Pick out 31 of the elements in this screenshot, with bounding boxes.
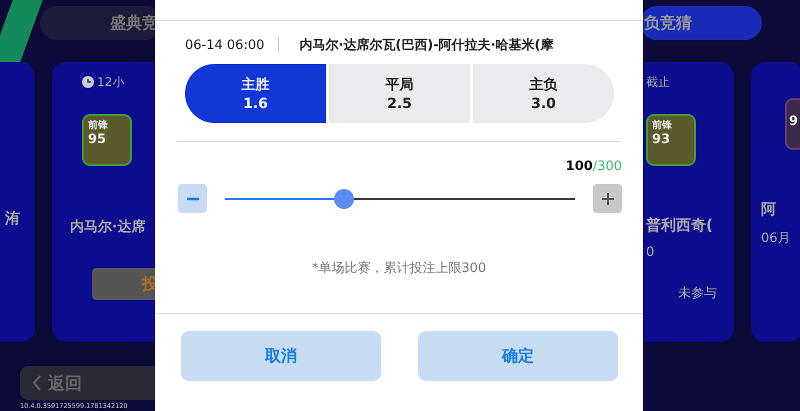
deadline-text: 截止 — [646, 74, 671, 90]
stake-amount: 100/300 — [566, 159, 622, 174]
match-title: 内马尔·达席尔瓦(巴西)-阿什拉夫·哈基米(摩 — [299, 36, 554, 54]
timer-text: 12小 — [97, 74, 124, 90]
match-date: 06月 — [761, 230, 792, 247]
plus-icon — [600, 192, 614, 206]
badge-rating: 9 — [789, 114, 800, 129]
player-name: 普利西奇( — [646, 216, 714, 235]
clock-icon — [82, 76, 94, 88]
player-name: 阿 — [761, 200, 777, 219]
category-tab[interactable]: 负竞猜 — [640, 6, 762, 40]
dialog-button[interactable]: 取消 — [181, 331, 381, 381]
player-name: 洧 — [5, 209, 21, 228]
odds-option[interactable]: 主负 3.0 — [473, 64, 614, 123]
odds-option[interactable]: 平局 2.5 — [329, 64, 470, 123]
back-label[interactable]: 返回 — [48, 372, 82, 394]
odds-option[interactable]: 主胜 1.6 — [185, 64, 326, 123]
badge-rating: 93 — [652, 132, 672, 147]
badge-position: 前锋 — [652, 118, 673, 132]
slider-thumb[interactable] — [334, 188, 354, 208]
minus-button[interactable] — [178, 184, 207, 213]
player-name: 内马尔·达席 — [70, 218, 146, 236]
match-date: 0 — [646, 245, 656, 260]
plus-button[interactable] — [593, 184, 622, 213]
badge-rating: 95 — [88, 132, 108, 147]
match-time: 06-14 06:00 — [185, 38, 264, 52]
chevron-left-icon — [32, 375, 42, 391]
limit-note: *单场比赛，累计投注上限300 — [312, 260, 486, 277]
status-text: 未参与 — [678, 285, 718, 302]
badge-position: 前锋 — [88, 118, 109, 132]
dialog-button[interactable]: 确定 — [418, 331, 618, 381]
